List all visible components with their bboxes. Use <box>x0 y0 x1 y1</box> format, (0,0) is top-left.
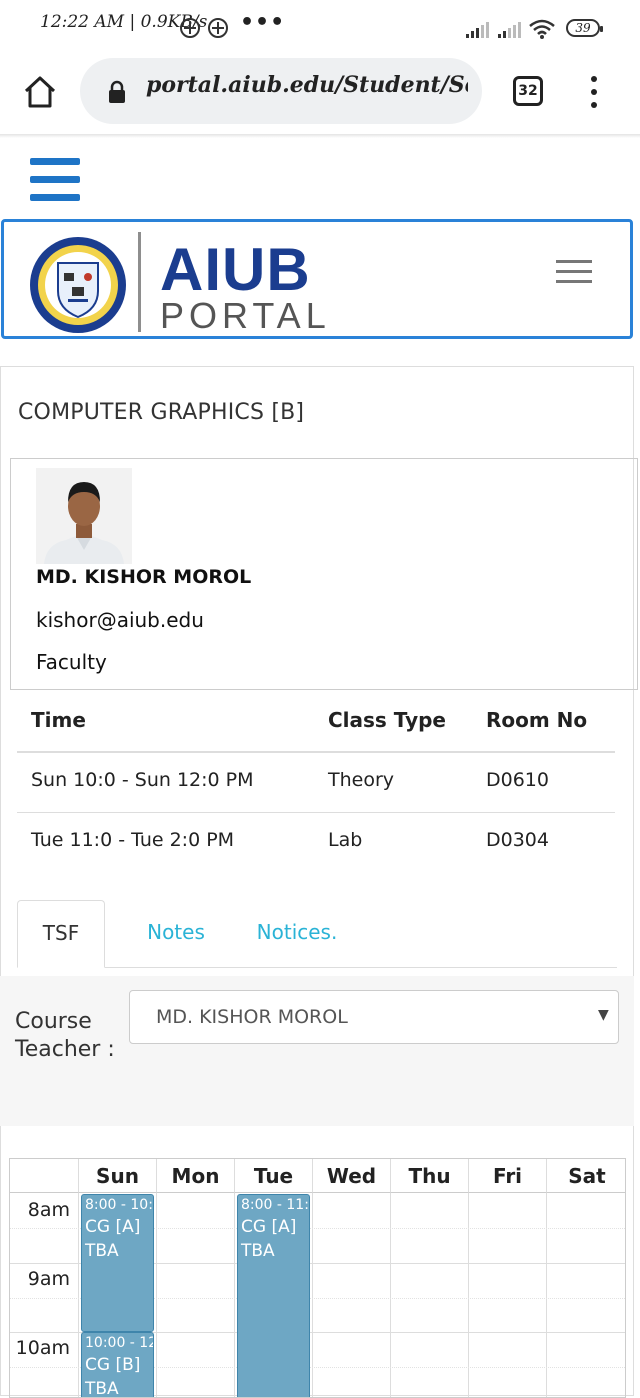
day-header: Wed <box>313 1159 391 1193</box>
calendar-event[interactable]: 8:00 - 11:0 CG [A] TBA <box>237 1194 310 1397</box>
event-room: TBA <box>241 1241 275 1261</box>
cell-time: Sun 10:0 - Sun 12:0 PM <box>31 769 254 791</box>
status-bar: 12:22 AM | 0.9KB/s ••• 39 <box>0 0 640 52</box>
event-room: TBA <box>85 1241 119 1261</box>
course-teacher-select[interactable]: MD. KISHOR MOROL ▼ <box>129 990 619 1044</box>
wifi-icon <box>529 19 555 39</box>
column-header-room: Room No <box>486 708 588 732</box>
app-notification-icon <box>208 18 228 38</box>
time-label: 9am <box>27 1268 70 1290</box>
event-title: CG [B] <box>85 1355 141 1375</box>
calendar-corner <box>10 1159 79 1193</box>
tab-notes[interactable]: Notes <box>121 900 231 967</box>
cell-time: Tue 11:0 - Tue 2:0 PM <box>31 829 235 851</box>
day-header: Sat <box>547 1159 625 1193</box>
time-label: 10am <box>15 1337 70 1359</box>
course-title: COMPUTER GRAPHICS [B] <box>18 400 305 425</box>
tab-switcher-button[interactable]: 32 <box>513 76 543 106</box>
selected-teacher: MD. KISHOR MOROL <box>156 1006 348 1028</box>
schedule-table: Time Class Type Room No Sun 10:0 - Sun 1… <box>17 692 615 872</box>
cell-room: D0304 <box>486 829 549 851</box>
calendar-event[interactable]: 8:00 - 10:0 CG [A] TBA <box>81 1194 154 1332</box>
address-bar[interactable]: portal.aiub.edu/Student/Section? <box>80 58 482 124</box>
browser-toolbar: portal.aiub.edu/Student/Section? 32 <box>0 52 640 134</box>
day-header: Fri <box>469 1159 547 1193</box>
column-header-class-type: Class Type <box>328 708 446 732</box>
event-time: 8:00 - 11:0 <box>241 1197 309 1213</box>
event-title: CG [A] <box>241 1217 297 1237</box>
faculty-email[interactable]: kishor@aiub.edu <box>36 608 204 632</box>
lock-icon <box>109 80 125 103</box>
column-header-time: Time <box>31 708 86 732</box>
more-notifications-icon: ••• <box>240 10 286 35</box>
signal-icon <box>466 22 492 38</box>
app-notification-icon <box>180 18 200 38</box>
time-label: 8am <box>27 1199 70 1221</box>
table-row: Sun 10:0 - Sun 12:0 PM Theory D0610 <box>17 753 615 813</box>
cell-class-type: Theory <box>328 769 395 791</box>
table-header-row: Time Class Type Room No <box>17 692 615 753</box>
toolbar-shadow <box>0 134 640 138</box>
day-header: Mon <box>157 1159 235 1193</box>
event-time: 10:00 - 12: <box>85 1335 153 1351</box>
url-text[interactable]: portal.aiub.edu/Student/Section? <box>146 72 468 98</box>
faculty-name: MD. KISHOR MOROL <box>36 566 252 588</box>
browser-menu-icon[interactable] <box>584 74 604 110</box>
home-icon[interactable] <box>22 74 58 110</box>
event-time: 8:00 - 10:0 <box>85 1197 153 1213</box>
tab-notices[interactable]: Notices. <box>237 900 357 967</box>
calendar-event[interactable]: 10:00 - 12: CG [B] TBA <box>81 1332 154 1398</box>
event-room: TBA <box>85 1379 119 1398</box>
portal-header: AIUB PORTAL <box>1 219 633 339</box>
cell-class-type: Lab <box>328 829 363 851</box>
logo-divider <box>138 232 141 332</box>
dropdown-caret-icon: ▼ <box>598 1007 609 1023</box>
signal-icon <box>498 22 524 38</box>
cell-room: D0610 <box>486 769 549 791</box>
aiub-seal-logo <box>30 237 126 333</box>
sidebar-menu-icon[interactable] <box>30 158 80 202</box>
table-row: Tue 11:0 - Tue 2:0 PM Lab D0304 <box>17 813 615 872</box>
event-title: CG [A] <box>85 1217 141 1237</box>
weekly-calendar: Sun Mon Tue Wed Thu Fri Sat 8am 9am 10am… <box>9 1158 626 1398</box>
brand-title: AIUB <box>160 236 311 303</box>
section-tabs: TSF Notes Notices. <box>17 900 617 968</box>
course-teacher-label: Course Teacher : <box>15 1009 115 1062</box>
day-header: Thu <box>391 1159 469 1193</box>
hamburger-icon[interactable] <box>556 258 594 286</box>
day-header: Sun <box>79 1159 157 1193</box>
brand-subtitle: PORTAL <box>160 295 331 336</box>
faculty-role: Faculty <box>36 650 107 674</box>
day-header: Tue <box>235 1159 313 1193</box>
battery-icon: 39 <box>566 19 603 37</box>
tab-tsf[interactable]: TSF <box>17 900 105 968</box>
faculty-avatar <box>36 468 132 564</box>
